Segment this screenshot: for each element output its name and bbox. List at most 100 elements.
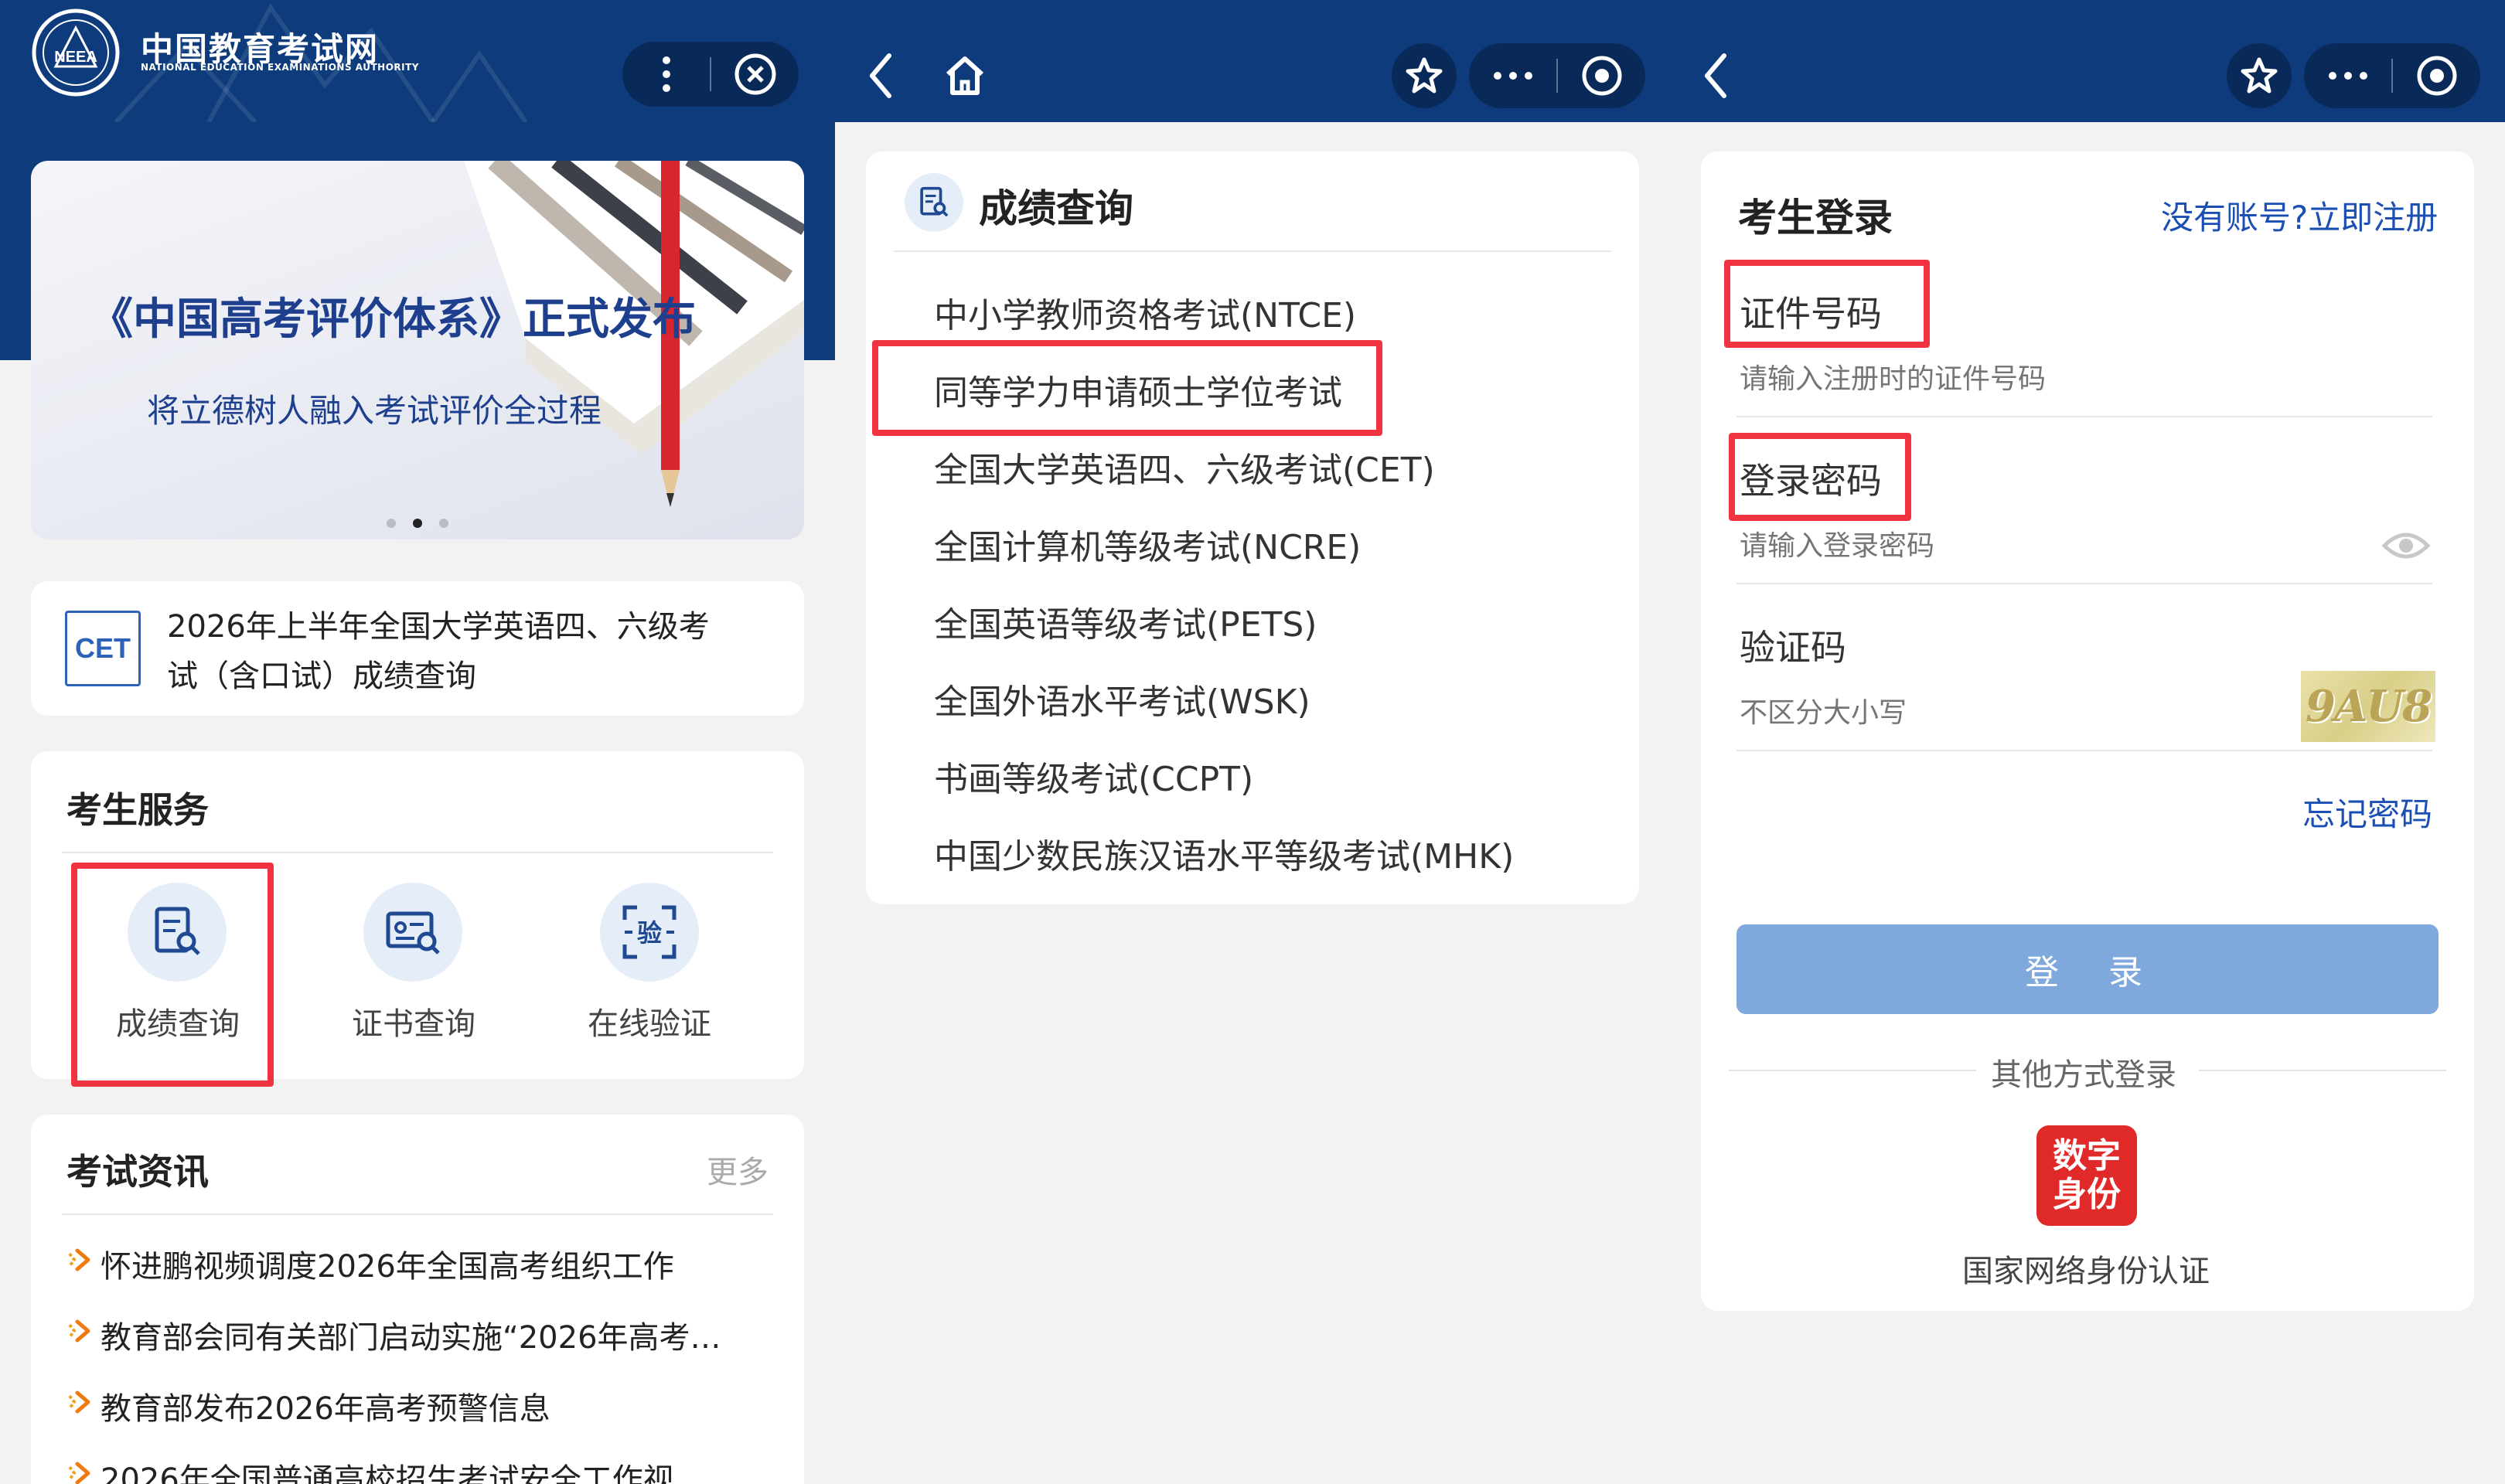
favorite-button[interactable] <box>2227 43 2292 108</box>
other-login-divider-left <box>1729 1070 1976 1071</box>
score-query-header <box>835 0 1670 122</box>
id-number-input[interactable] <box>1740 357 2420 400</box>
services-card: 考生服务 成绩查询 证书查询 验 在线验证 <box>31 751 804 1079</box>
password-input[interactable] <box>1740 524 2358 567</box>
exam-item-wsk[interactable]: 全国外语水平考试(WSK) <box>934 674 1310 723</box>
chevron-right-icon <box>68 1390 90 1414</box>
digital-id-label[interactable]: 国家网络身份认证 <box>1962 1246 2210 1291</box>
exit-miniapp-button[interactable] <box>1558 43 1645 108</box>
services-divider <box>62 852 773 853</box>
more-horizontal-icon <box>1493 72 1532 80</box>
neea-logo-icon: NEEA <box>32 9 120 97</box>
news-item[interactable]: 2026年全国普通高校招生考试安全工作视 <box>31 1444 804 1484</box>
chevron-right-icon <box>68 1319 90 1343</box>
show-password-eye-icon[interactable] <box>2381 529 2431 563</box>
exam-item-mhk[interactable]: 中国少数民族汉语水平等级考试(MHK) <box>934 829 1514 878</box>
certificate-search-icon <box>363 883 462 982</box>
exam-list-card: 成绩查询 中小学教师资格考试(NTCE) 同等学力申请硕士学位考试 全国大学英语… <box>866 151 1639 904</box>
score-query-panel: 成绩查询 中小学教师资格考试(NTCE) 同等学力申请硕士学位考试 全国大学英语… <box>835 0 1670 1484</box>
login-button[interactable]: 登 录 <box>1736 924 2439 1014</box>
record-circle-icon <box>1582 56 1621 96</box>
login-title: 考生登录 <box>1738 196 1893 240</box>
miniapp-capsule <box>2304 43 2480 108</box>
miniapp-capsule <box>622 42 799 107</box>
news-item-text: 教育部发布2026年高考预警信息 <box>101 1391 550 1427</box>
exit-miniapp-button[interactable] <box>2393 43 2480 108</box>
service-online-verify[interactable]: 验 在线验证 <box>495 867 727 1068</box>
password-field-underline <box>1736 583 2432 584</box>
id-number-label: 证件号码 <box>1740 293 1882 335</box>
id-field-underline <box>1736 416 2432 417</box>
exam-item-equivalent-master[interactable]: 同等学力申请硕士学位考试 <box>934 365 1342 414</box>
exam-item-pets[interactable]: 全国英语等级考试(PETS) <box>934 597 1317 646</box>
service-score-query[interactable]: 成绩查询 <box>31 867 263 1068</box>
home-icon[interactable] <box>943 54 987 97</box>
more-horizontal-icon <box>2328 72 2367 80</box>
exam-item-cet[interactable]: 全国大学英语四、六级考试(CET) <box>934 442 1435 492</box>
close-circle-icon <box>734 53 775 95</box>
more-vertical-icon <box>662 56 670 92</box>
chevron-right-icon <box>68 1462 90 1484</box>
news-card: 考试资讯 更多 怀进鹏视频调度2026年全国高考组织工作 教育部会同有关部门启动… <box>31 1115 804 1484</box>
password-label: 登录密码 <box>1740 460 1882 502</box>
login-button-label: 登 录 <box>2025 953 2150 992</box>
service-label: 成绩查询 <box>116 1006 240 1042</box>
digital-id-badge[interactable]: 数字身份 <box>2036 1125 2137 1226</box>
favorite-button[interactable] <box>1392 43 1457 108</box>
carousel-dot-1[interactable] <box>387 519 396 528</box>
more-options-button[interactable] <box>1469 43 1556 108</box>
banner-title: 《中国高考评价体系》正式发布 <box>90 294 696 345</box>
close-miniapp-button[interactable] <box>711 42 799 107</box>
site-subtitle: NATIONAL EDUCATION EXAMINATIONS AUTHORIT… <box>141 62 419 73</box>
captcha-label: 验证码 <box>1740 627 1846 669</box>
services-title: 考生服务 <box>66 789 209 831</box>
cet-badge-text: CET <box>75 632 131 664</box>
verify-scan-icon: 验 <box>600 883 699 982</box>
score-report-icon <box>128 883 227 982</box>
promo-banner[interactable]: 《中国高考评价体系》正式发布 将立德树人融入考试评价全过程 <box>31 161 804 539</box>
news-item-text: 怀进鹏视频调度2026年全国高考组织工作 <box>101 1249 674 1285</box>
news-item[interactable]: 教育部发布2026年高考预警信息 <box>31 1373 804 1435</box>
logo-seal-text: NEEA <box>54 49 97 66</box>
other-login-divider-right <box>2199 1070 2446 1071</box>
exam-item-ntce[interactable]: 中小学教师资格考试(NTCE) <box>934 288 1356 337</box>
news-item[interactable]: 怀进鹏视频调度2026年全国高考组织工作 <box>31 1230 804 1292</box>
exam-item-ncre[interactable]: 全国计算机等级考试(NCRE) <box>934 519 1361 569</box>
chevron-right-icon <box>68 1248 90 1271</box>
star-icon <box>2241 57 2278 94</box>
banner-subtitle: 将立德树人融入考试评价全过程 <box>147 392 602 430</box>
cet-badge: CET <box>65 611 141 686</box>
news-divider <box>62 1213 773 1215</box>
score-query-title: 成绩查询 <box>979 186 1133 231</box>
digital-id-badge-text: 数字身份 <box>2053 1136 2121 1214</box>
service-label: 证书查询 <box>352 1006 475 1042</box>
news-item[interactable]: 教育部会同有关部门启动实施“2026年高考… <box>31 1302 804 1363</box>
login-header <box>1670 0 2505 122</box>
more-vertical-button[interactable] <box>622 42 710 107</box>
home-panel: NEEA 中国教育考试网 NATIONAL EDUCATION EXAMINAT… <box>0 0 835 1484</box>
captcha-input[interactable] <box>1740 691 2281 734</box>
title-divider <box>894 250 1611 252</box>
other-login-label: 其他方式登录 <box>1991 1057 2176 1093</box>
news-item-text: 2026年全国普通高校招生考试安全工作视 <box>101 1462 674 1484</box>
carousel-dot-3[interactable] <box>439 519 448 528</box>
more-options-button[interactable] <box>2304 43 2391 108</box>
cet-notice-card[interactable]: CET 2026年上半年全国大学英语四、六级考 试（含口试）成绩查询 <box>31 581 804 716</box>
back-chevron-icon[interactable] <box>866 53 897 99</box>
captcha-text: 9AU8 <box>2305 681 2432 732</box>
forgot-password-link[interactable]: 忘记密码 <box>2302 788 2432 836</box>
cet-notice-line1: 2026年上半年全国大学英语四、六级考 <box>167 609 710 645</box>
star-icon <box>1406 57 1443 94</box>
carousel-dot-2[interactable] <box>413 519 422 528</box>
miniapp-capsule <box>1469 43 1645 108</box>
service-certificate-query[interactable]: 证书查询 <box>263 867 495 1068</box>
register-link[interactable]: 没有账号?立即注册 <box>2161 192 2438 239</box>
back-chevron-icon[interactable] <box>1701 53 1732 99</box>
exam-item-ccpt[interactable]: 书画等级考试(CCPT) <box>934 751 1253 801</box>
news-item-text: 教育部会同有关部门启动实施“2026年高考… <box>101 1320 721 1356</box>
captcha-image[interactable]: 9AU8 <box>2301 671 2435 742</box>
verify-icon-text: 验 <box>637 918 662 948</box>
cet-notice-line2: 试（含口试）成绩查询 <box>167 659 476 694</box>
news-more-link[interactable]: 更多 <box>707 1147 769 1192</box>
book-pencil-illustration <box>464 161 804 507</box>
